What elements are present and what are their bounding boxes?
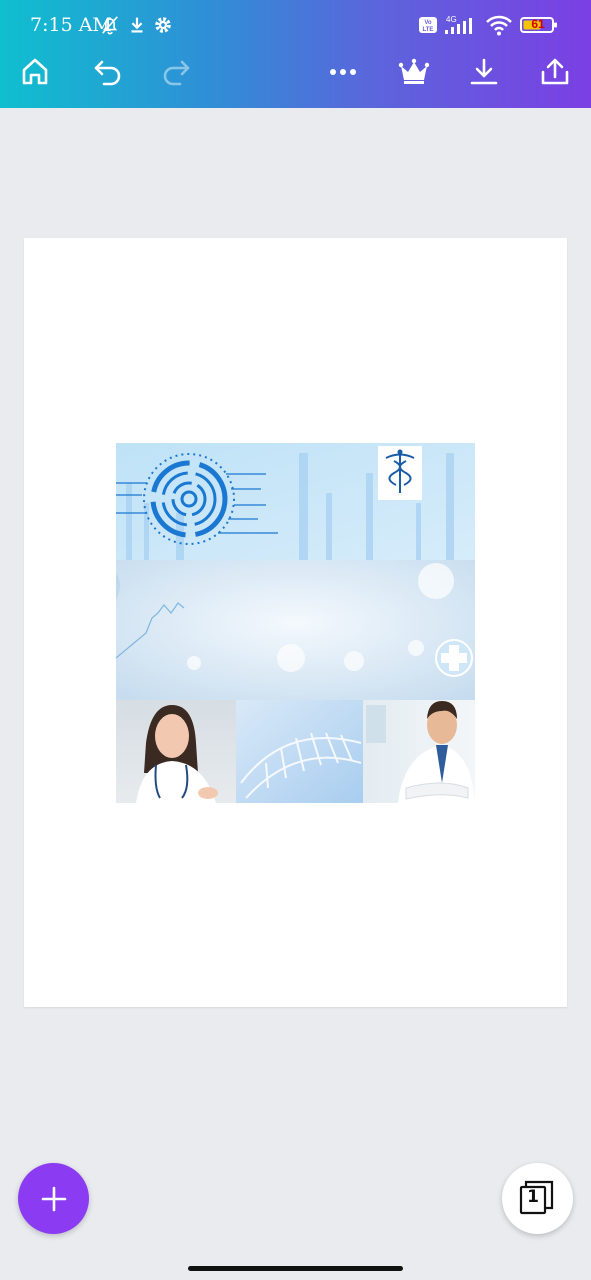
- redo-button[interactable]: [152, 50, 200, 94]
- gear-icon: [155, 17, 171, 33]
- download-button[interactable]: [460, 50, 508, 94]
- battery-level: 61: [531, 17, 545, 31]
- home-indicator[interactable]: [188, 1266, 403, 1271]
- signal-icon: 4G: [445, 15, 472, 34]
- svg-text:4G: 4G: [446, 15, 457, 24]
- svg-text:LTE: LTE: [423, 27, 434, 33]
- plus-icon: [41, 1186, 66, 1211]
- status-bar: 7:15 AM Vo LTE 4G 61: [0, 0, 591, 50]
- page-count: 1: [527, 1187, 539, 1207]
- crown-icon: [398, 58, 430, 84]
- share-button[interactable]: [531, 50, 579, 94]
- download-icon: [470, 58, 498, 85]
- collage-artwork: [116, 443, 475, 803]
- undo-button[interactable]: [84, 50, 132, 94]
- bell-off-icon: [102, 16, 118, 35]
- volte-icon: Vo LTE: [419, 17, 437, 33]
- redo-icon: [163, 60, 190, 86]
- medical-collage-image[interactable]: [116, 443, 475, 803]
- svg-text:Vo: Vo: [424, 20, 432, 26]
- more-icon: [330, 69, 356, 75]
- more-options-button[interactable]: [319, 50, 367, 94]
- share-icon: [541, 58, 569, 85]
- download-status-icon: [131, 17, 143, 33]
- pages-button[interactable]: 1: [502, 1163, 573, 1234]
- home-icon: [22, 58, 48, 85]
- add-element-button[interactable]: [18, 1163, 89, 1234]
- premium-button[interactable]: [390, 50, 438, 94]
- home-button[interactable]: [11, 50, 59, 94]
- undo-icon: [94, 60, 121, 86]
- wifi-icon: [486, 15, 512, 36]
- top-bar: 7:15 AM Vo LTE 4G 61: [0, 0, 591, 108]
